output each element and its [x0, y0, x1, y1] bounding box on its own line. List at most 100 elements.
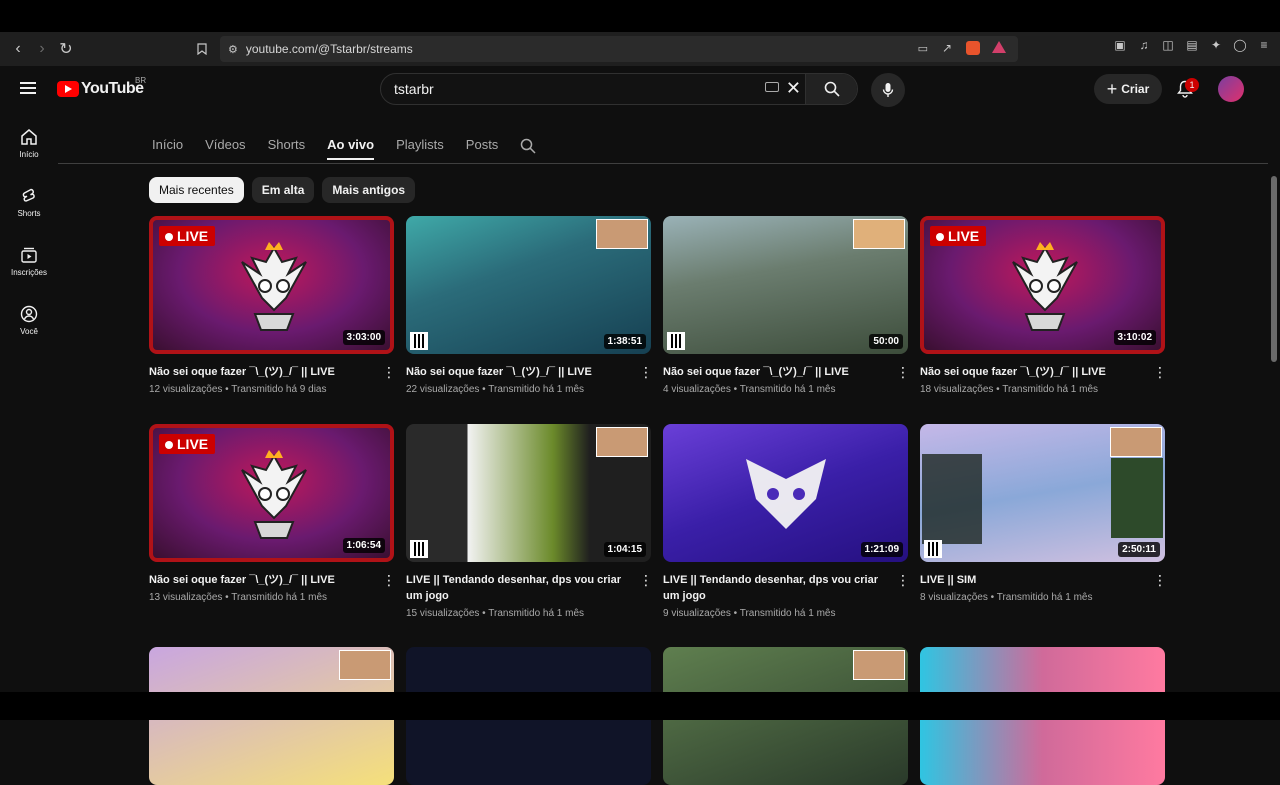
wallet-icon[interactable]: ▤	[1184, 37, 1200, 53]
youtube-logo[interactable]: YouTube BR	[57, 76, 146, 98]
more-options-icon[interactable]: ⋮	[896, 364, 910, 380]
sidebar-icon[interactable]: ◫	[1160, 37, 1176, 53]
more-options-icon[interactable]: ⋮	[1153, 572, 1167, 588]
live-badge: LIVE	[159, 226, 216, 246]
duration-badge: 1:38:51	[603, 334, 646, 349]
more-options-icon[interactable]: ⋮	[1153, 364, 1167, 380]
plus-icon: +	[1106, 79, 1118, 99]
hamburger-menu-icon[interactable]	[20, 82, 36, 94]
back-button[interactable]: ‹	[6, 37, 30, 61]
search-box[interactable]: tstarbr ✕	[380, 73, 858, 105]
video-title[interactable]: Não sei oque fazer ¯\_(ツ)_/¯ || LIVE	[149, 572, 374, 588]
video-meta: 15 visualizações • Transmitido há 1 mês	[406, 608, 585, 619]
notification-badge: 1	[1185, 78, 1199, 92]
video-card[interactable]: LIVE 3:10:02 Não sei oque fazer ¯\_(ツ)_/…	[920, 216, 1167, 395]
home-icon	[21, 129, 37, 145]
voice-search-button[interactable]	[871, 73, 905, 107]
video-title[interactable]: Não sei oque fazer ¯\_(ツ)_/¯ || LIVE	[406, 364, 631, 380]
leo-ai-icon[interactable]: ✦	[1208, 37, 1224, 53]
microphone-icon	[882, 83, 894, 97]
stream-date: Transmitido há 1 mês	[231, 592, 328, 603]
chip-oldest[interactable]: Mais antigos	[322, 177, 416, 203]
rewards-icon[interactable]	[992, 41, 1006, 53]
scrollbar-thumb[interactable]	[1271, 176, 1277, 362]
brave-shield-icon[interactable]	[966, 41, 980, 55]
video-title[interactable]: Não sei oque fazer ¯\_(ツ)_/¯ || LIVE	[663, 364, 888, 380]
more-options-icon[interactable]: ⋮	[382, 364, 396, 380]
video-meta: 18 visualizações • Transmitido há 1 mês	[920, 384, 1099, 395]
youtube-header: YouTube BR tstarbr ✕ + Criar	[0, 66, 1268, 112]
channel-search-icon[interactable]	[520, 138, 536, 162]
tab-home[interactable]: Início	[152, 132, 183, 160]
duration-badge: 2:50:11	[1118, 542, 1160, 557]
more-options-icon[interactable]: ⋮	[896, 572, 910, 588]
live-badge: LIVE	[930, 226, 987, 246]
forward-button[interactable]: ›	[30, 37, 54, 61]
more-options-icon[interactable]: ⋮	[382, 572, 396, 588]
sidebar-item-you[interactable]: Você	[0, 305, 58, 355]
more-options-icon[interactable]: ⋮	[639, 572, 653, 588]
tab-shorts[interactable]: Shorts	[268, 132, 306, 160]
video-card[interactable]: LIVE 1:06:54 Não sei oque fazer ¯\_(ツ)_/…	[149, 424, 396, 603]
sidebar-item-shorts[interactable]: Shorts	[0, 187, 58, 237]
video-card[interactable]: 1:21:09 LIVE || Tendando desenhar, dps v…	[663, 424, 910, 619]
duration-badge: 1:21:09	[860, 542, 903, 557]
more-options-icon[interactable]: ⋮	[639, 364, 653, 380]
video-thumbnail[interactable]: LIVE 1:06:54	[149, 424, 394, 562]
video-title[interactable]: LIVE || SIM	[920, 572, 1145, 588]
clear-search-icon[interactable]: ✕	[786, 79, 801, 97]
view-count: 13 visualizações	[149, 592, 223, 603]
video-title[interactable]: Não sei oque fazer ¯\_(ツ)_/¯ || LIVE	[920, 364, 1145, 380]
video-card[interactable]: LIVE 3:03:00 Não sei oque fazer ¯\_(ツ)_/…	[149, 216, 396, 395]
tab-posts[interactable]: Posts	[466, 132, 499, 160]
duration-badge: 3:03:00	[342, 330, 385, 345]
tab-manager-icon[interactable]: ▣	[1112, 37, 1128, 53]
bookmark-icon[interactable]	[190, 37, 214, 61]
music-icon[interactable]: ♫	[1136, 37, 1152, 53]
tab-videos[interactable]: Vídeos	[205, 132, 245, 160]
url-text: youtube.com/@Tstarbr/streams	[245, 42, 413, 56]
view-count: 12 visualizações	[149, 384, 223, 395]
tab-live[interactable]: Ao vivo	[327, 132, 375, 160]
create-button[interactable]: + Criar	[1094, 74, 1162, 104]
search-button[interactable]	[805, 74, 857, 104]
search-input[interactable]: tstarbr	[394, 81, 434, 97]
view-count: 9 visualizações	[663, 608, 731, 619]
video-thumbnail[interactable]: 1:38:51	[406, 216, 651, 354]
video-card[interactable]: 50:00 Não sei oque fazer ¯\_(ツ)_/¯ || LI…	[663, 216, 910, 395]
qr-code-icon	[667, 332, 685, 350]
stream-date: Transmitido há 1 mês	[739, 384, 836, 395]
cast-icon[interactable]: ▭	[918, 42, 928, 55]
chip-most-recent[interactable]: Mais recentes	[149, 177, 244, 203]
webcam-overlay	[853, 650, 905, 680]
video-thumbnail[interactable]: 50:00	[663, 216, 908, 354]
video-thumbnail[interactable]: 1:04:15	[406, 424, 651, 562]
video-thumbnail[interactable]: LIVE 3:03:00	[149, 216, 394, 354]
video-card[interactable]: 2:50:11 LIVE || SIM 8 visualizações • Tr…	[920, 424, 1167, 603]
video-thumbnail[interactable]: 2:50:11	[920, 424, 1165, 562]
reload-button[interactable]: ↻	[54, 37, 78, 61]
tab-playlists[interactable]: Playlists	[396, 132, 444, 160]
menu-icon[interactable]: ≡	[1256, 37, 1272, 53]
webcam-overlay	[596, 219, 648, 249]
you-icon	[20, 305, 38, 323]
chip-popular[interactable]: Em alta	[251, 177, 315, 203]
video-thumbnail[interactable]: 1:21:09	[663, 424, 908, 562]
sidebar-item-home[interactable]: Início	[0, 128, 58, 178]
page-scrollbar[interactable]	[1268, 66, 1280, 692]
keyboard-icon[interactable]	[765, 82, 779, 92]
video-card[interactable]: 1:38:51 Não sei oque fazer ¯\_(ツ)_/¯ || …	[406, 216, 653, 395]
sidebar-item-subscriptions[interactable]: Inscrições	[0, 246, 58, 296]
video-title[interactable]: LIVE || Tendando desenhar, dps vou criar…	[663, 572, 888, 604]
address-bar[interactable]: ⚙ youtube.com/@Tstarbr/streams ▭ ↗	[220, 36, 1018, 62]
site-info-icon[interactable]: ⚙	[228, 43, 238, 56]
avatar[interactable]	[1218, 76, 1244, 102]
share-icon[interactable]: ↗	[942, 41, 952, 55]
vpn-icon[interactable]: ◯	[1232, 37, 1248, 53]
video-title[interactable]: LIVE || Tendando desenhar, dps vou criar…	[406, 572, 631, 604]
shorts-icon	[22, 188, 35, 202]
youtube-play-icon	[57, 81, 79, 97]
video-card[interactable]: 1:04:15 LIVE || Tendando desenhar, dps v…	[406, 424, 653, 619]
video-thumbnail[interactable]: LIVE 3:10:02	[920, 216, 1165, 354]
video-title[interactable]: Não sei oque fazer ¯\_(ツ)_/¯ || LIVE	[149, 364, 374, 380]
